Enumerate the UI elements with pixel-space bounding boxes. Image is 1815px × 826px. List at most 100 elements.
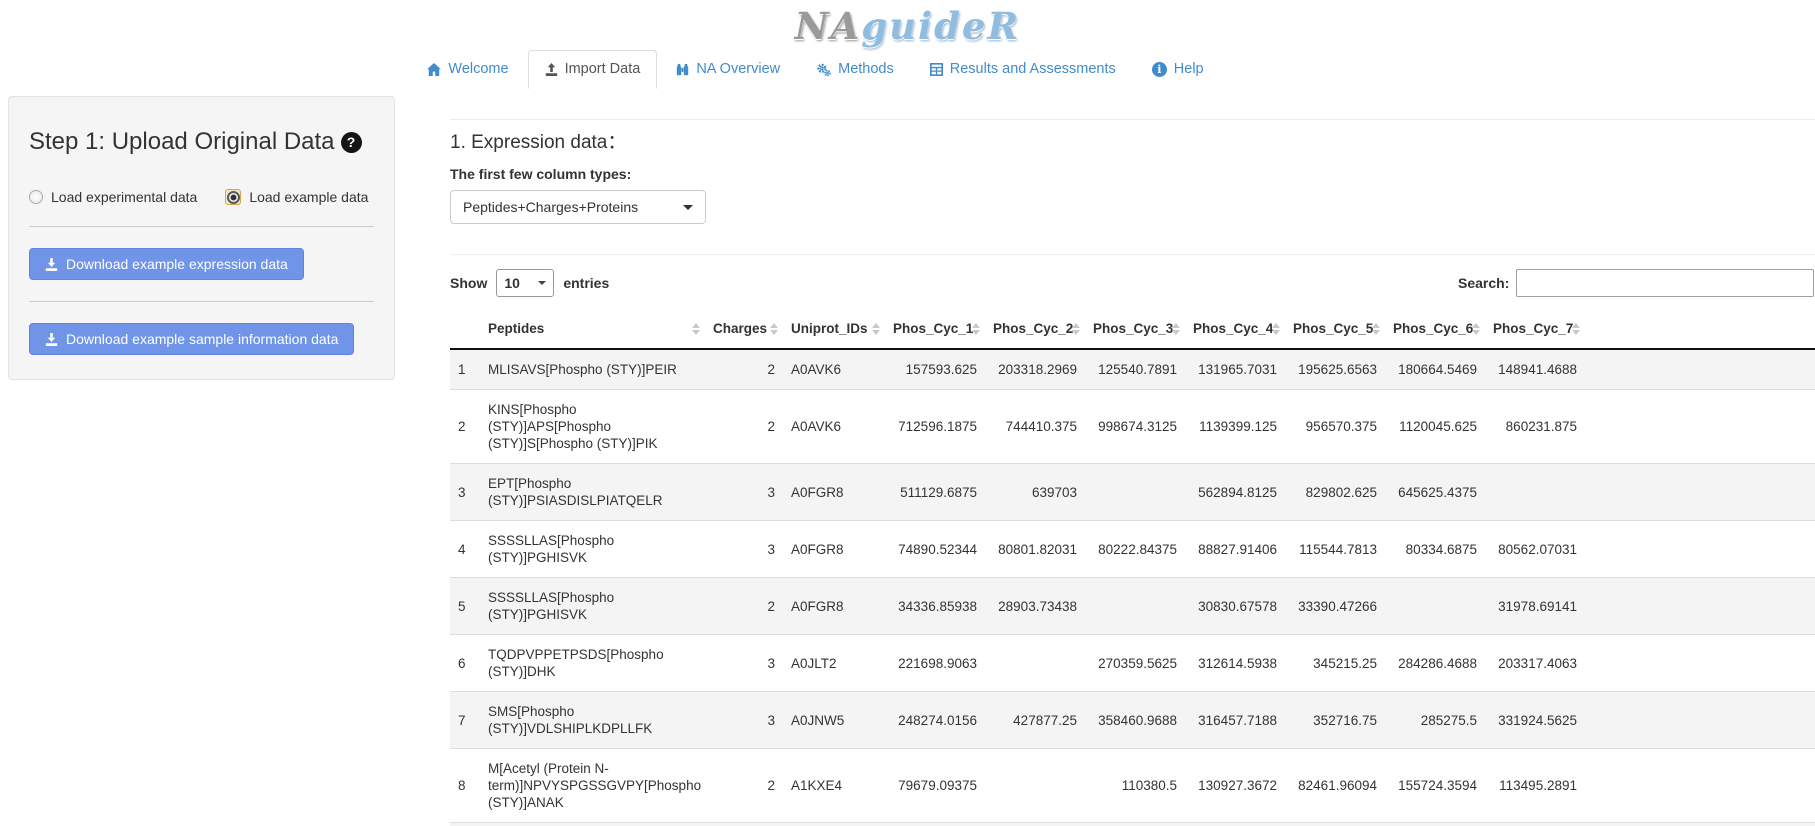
value-cell: 80801.82031	[985, 521, 1085, 578]
filler-cell	[450, 823, 1815, 826]
value-cell: 427877.25	[985, 692, 1085, 749]
peptide-cell: MLISAVS[Phospho (STY)]PEIR	[480, 349, 705, 390]
tab-results-and-assessments[interactable]: Results and Assessments	[913, 50, 1133, 89]
value-cell: 203318.2969	[985, 349, 1085, 390]
row-number: 4	[450, 521, 480, 578]
col-header-phos-cyc-4[interactable]: Phos_Cyc_4	[1185, 309, 1285, 349]
col-header-peptides[interactable]: Peptides	[480, 309, 705, 349]
column-types-label: The first few column types:	[450, 166, 1815, 182]
tab-import-data[interactable]: Import Data	[528, 50, 658, 89]
table-row: 1MLISAVS[Phospho (STY)]PEIR2A0AVK6157593…	[450, 349, 1815, 390]
row-number: 1	[450, 349, 480, 390]
expression-data-table: PeptidesChargesUniprot_IDsPhos_Cyc_1Phos…	[450, 309, 1815, 826]
tab-label: NA Overview	[696, 61, 780, 78]
tab-help[interactable]: iHelp	[1135, 50, 1221, 89]
value-cell: 316457.7188	[1185, 692, 1285, 749]
row-number: 8	[450, 749, 480, 823]
table-row: 5SSSSLLAS[Phospho (STY)]PGHISVK2A0FGR834…	[450, 578, 1815, 635]
logo-guider: guideR	[861, 4, 1020, 48]
value-cell: 28903.73438	[985, 578, 1085, 635]
uniprot-cell: A0AVK6	[783, 349, 885, 390]
col-header-phos-cyc-7[interactable]: Phos_Cyc_7	[1485, 309, 1585, 349]
divider	[450, 254, 1815, 255]
radio-unchecked-icon	[29, 190, 43, 204]
table-row: 3EPT[Phospho (STY)]PSIASDISLPIATQELR3A0F…	[450, 464, 1815, 521]
value-cell: 312614.5938	[1185, 635, 1285, 692]
filler-cell	[1585, 692, 1815, 749]
divider	[29, 226, 374, 227]
value-cell: 74890.52344	[885, 521, 985, 578]
download-expression-button[interactable]: Download example expression data	[29, 248, 304, 280]
peptide-cell: EPT[Phospho (STY)]PSIASDISLPIATQELR	[480, 464, 705, 521]
value-cell	[1485, 464, 1585, 521]
value-cell: 80222.84375	[1085, 521, 1185, 578]
search-input[interactable]	[1516, 269, 1814, 297]
value-cell: 1120045.625	[1385, 390, 1485, 464]
value-cell: 248274.0156	[885, 692, 985, 749]
column-types-select[interactable]: Peptides+Charges+Proteins	[450, 190, 706, 224]
naguider-app: { "logo": { "part1": "NA", "part2": "gui…	[0, 0, 1815, 826]
col-header-phos-cyc-2[interactable]: Phos_Cyc_2	[985, 309, 1085, 349]
col-header-uniprot-ids[interactable]: Uniprot_IDs	[783, 309, 885, 349]
col-header-phos-cyc-6[interactable]: Phos_Cyc_6	[1385, 309, 1485, 349]
peptide-cell: SSSSLLAS[Phospho (STY)]PGHISVK	[480, 521, 705, 578]
question-circle-icon[interactable]: ?	[341, 132, 362, 153]
sort-icon	[692, 322, 701, 336]
page-length-select[interactable]: 10	[496, 269, 554, 297]
uniprot-cell: A0JLT2	[783, 635, 885, 692]
value-cell: 110380.5	[1085, 749, 1185, 823]
peptide-cell: M[Acetyl (Protein N-term)]NPVYSPGSSGVPY[…	[480, 749, 705, 823]
value-cell: 125540.7891	[1085, 349, 1185, 390]
value-cell: 148941.4688	[1485, 349, 1585, 390]
value-cell: 113495.2891	[1485, 749, 1585, 823]
sort-icon	[872, 322, 881, 336]
filler-cell	[1585, 635, 1815, 692]
table-controls: Show 10 entries Search:	[450, 268, 1815, 298]
value-cell: 712596.1875	[885, 390, 985, 464]
value-cell: 284286.4688	[1385, 635, 1485, 692]
sort-icon	[1572, 322, 1581, 336]
col-header-phos-cyc-5[interactable]: Phos_Cyc_5	[1285, 309, 1385, 349]
filler-cell	[1585, 578, 1815, 635]
show-label: Show	[450, 275, 487, 291]
value-cell: 195625.6563	[1285, 349, 1385, 390]
value-cell: 131965.7031	[1185, 349, 1285, 390]
panel-title: Step 1: Upload Original Data?	[29, 127, 374, 157]
value-cell: 80562.07031	[1485, 521, 1585, 578]
nav-tabs-bar: Welcome Import Data NA Overview MethodsResu…	[0, 50, 1815, 89]
uniprot-cell: A1KXE4	[783, 749, 885, 823]
col-header-phos-cyc-1[interactable]: Phos_Cyc_1	[885, 309, 985, 349]
value-cell: 1139399.125	[1185, 390, 1285, 464]
value-cell: 88827.91406	[1185, 521, 1285, 578]
data-source-radio-group: Load experimental data Load example data	[29, 189, 374, 205]
tab-welcome[interactable]: Welcome	[410, 50, 525, 89]
upload-panel: Step 1: Upload Original Data? Load exper…	[8, 96, 395, 380]
table-row: 4SSSSLLAS[Phospho (STY)]PGHISVK3A0FGR874…	[450, 521, 1815, 578]
col-header-filler	[1585, 309, 1815, 349]
filler-cell	[1585, 390, 1815, 464]
row-number: 6	[450, 635, 480, 692]
value-cell: 115544.7813	[1285, 521, 1385, 578]
button-label: Download example expression data	[66, 256, 288, 272]
chevron-down-icon	[683, 205, 693, 210]
col-header-charges[interactable]: Charges	[705, 309, 783, 349]
col-header-phos-cyc-3[interactable]: Phos_Cyc_3	[1085, 309, 1185, 349]
sort-icon	[1172, 322, 1181, 336]
tab-label: Import Data	[565, 61, 641, 78]
tab-methods[interactable]: Methods	[799, 50, 911, 89]
value-cell: 130927.3672	[1185, 749, 1285, 823]
logo-na: NA	[795, 4, 862, 48]
value-cell: 956570.375	[1285, 390, 1385, 464]
value-cell: 270359.5625	[1085, 635, 1185, 692]
sort-icon	[770, 322, 779, 336]
download-sample-info-button[interactable]: Download example sample information data	[29, 323, 354, 355]
tab-na-overview[interactable]: NA Overview	[659, 50, 797, 89]
value-cell: 352716.75	[1285, 692, 1385, 749]
button-label: Download example sample information data	[66, 331, 338, 347]
radio-load-example-data[interactable]: Load example data	[225, 189, 368, 205]
sort-icon	[1372, 322, 1381, 336]
col-header-label: Phos_Cyc_6	[1393, 321, 1473, 336]
import-data-tab-content: 1. Expression data： The first few column…	[450, 89, 1815, 826]
radio-load-experimental-data[interactable]: Load experimental data	[29, 189, 197, 205]
divider	[29, 301, 374, 302]
